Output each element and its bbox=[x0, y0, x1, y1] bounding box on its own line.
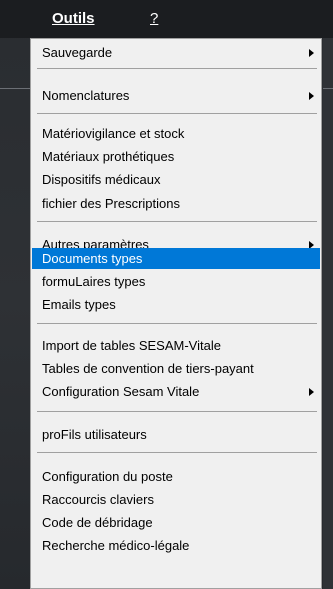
menu-item-recherche-medico-legale[interactable]: Recherche médico-légale bbox=[32, 535, 320, 556]
menu-item-label: Code de débridage bbox=[42, 515, 153, 530]
menu-item-label: fichier des Prescriptions bbox=[42, 196, 180, 211]
menu-separator bbox=[37, 452, 317, 453]
menu-item-configuration-sesam-vitale[interactable]: Configuration Sesam Vitale bbox=[32, 381, 320, 402]
menu-separator bbox=[37, 411, 317, 412]
right-background-strip bbox=[323, 38, 333, 589]
menu-item-raccourcis-claviers[interactable]: Raccourcis claviers bbox=[32, 489, 320, 510]
background-divider-right bbox=[323, 88, 333, 89]
menu-item-dispositifs-medicaux[interactable]: Dispositifs médicaux bbox=[32, 169, 320, 190]
submenu-arrow-icon bbox=[309, 388, 314, 396]
submenu-arrow-icon bbox=[309, 49, 314, 57]
menu-item-label: Configuration du poste bbox=[42, 469, 173, 484]
menu-item-emails-types[interactable]: Emails types bbox=[32, 294, 320, 315]
menu-item-label: Tables de convention de tiers-payant bbox=[42, 361, 254, 376]
menu-item-nomenclatures[interactable]: Nomenclatures bbox=[32, 85, 320, 106]
menu-item-documents-types[interactable]: Documents types bbox=[32, 248, 320, 269]
menu-separator bbox=[37, 68, 317, 69]
menu-help[interactable]: ? bbox=[150, 9, 158, 29]
outils-dropdown-menu: Sauvegarde Nomenclatures Matériovigilanc… bbox=[30, 38, 322, 589]
menu-item-label: Import de tables SESAM-Vitale bbox=[42, 338, 221, 353]
menu-item-import-sesam-vitale[interactable]: Import de tables SESAM-Vitale bbox=[32, 335, 320, 356]
submenu-arrow-icon bbox=[309, 92, 314, 100]
menu-item-label: formuLaires types bbox=[42, 274, 146, 289]
menu-separator bbox=[37, 221, 317, 222]
menu-item-formulaires-types[interactable]: formuLaires types bbox=[32, 271, 320, 292]
menu-item-label: Dispositifs médicaux bbox=[42, 172, 161, 187]
menu-item-label: proFils utilisateurs bbox=[42, 427, 147, 442]
menu-outils-label: Outils bbox=[52, 10, 95, 27]
menu-item-label: Matériaux prothétiques bbox=[42, 149, 175, 164]
menu-item-tables-tiers-payant[interactable]: Tables de convention de tiers-payant bbox=[32, 358, 320, 379]
menu-item-code-debridage[interactable]: Code de débridage bbox=[32, 512, 320, 533]
menu-item-label: Configuration Sesam Vitale bbox=[42, 384, 200, 399]
background-divider bbox=[0, 88, 30, 89]
menu-item-label: Emails types bbox=[42, 297, 116, 312]
menu-separator bbox=[37, 113, 317, 114]
menu-item-profils-utilisateurs[interactable]: proFils utilisateurs bbox=[32, 424, 320, 445]
menu-item-label: Matériovigilance et stock bbox=[42, 126, 185, 141]
menu-item-fichier-prescriptions[interactable]: fichier des Prescriptions bbox=[32, 193, 320, 214]
menu-help-label: ? bbox=[150, 10, 159, 27]
menu-item-materiovigilance[interactable]: Matériovigilance et stock bbox=[32, 123, 320, 144]
menu-item-label: Raccourcis claviers bbox=[42, 492, 154, 507]
menu-item-label: Nomenclatures bbox=[42, 88, 130, 103]
menu-item-sauvegarde[interactable]: Sauvegarde bbox=[32, 42, 320, 63]
menu-item-materiaux-prothetiques[interactable]: Matériaux prothétiques bbox=[32, 146, 320, 167]
menu-item-label: Recherche médico-légale bbox=[42, 538, 190, 553]
menu-separator bbox=[37, 323, 317, 324]
menubar: Outils ? bbox=[0, 0, 333, 38]
menu-item-label: Documents types bbox=[42, 251, 143, 266]
menu-item-configuration-poste[interactable]: Configuration du poste bbox=[32, 466, 320, 487]
menu-item-label: Sauvegarde bbox=[42, 45, 113, 60]
menu-outils[interactable]: Outils bbox=[52, 9, 95, 29]
